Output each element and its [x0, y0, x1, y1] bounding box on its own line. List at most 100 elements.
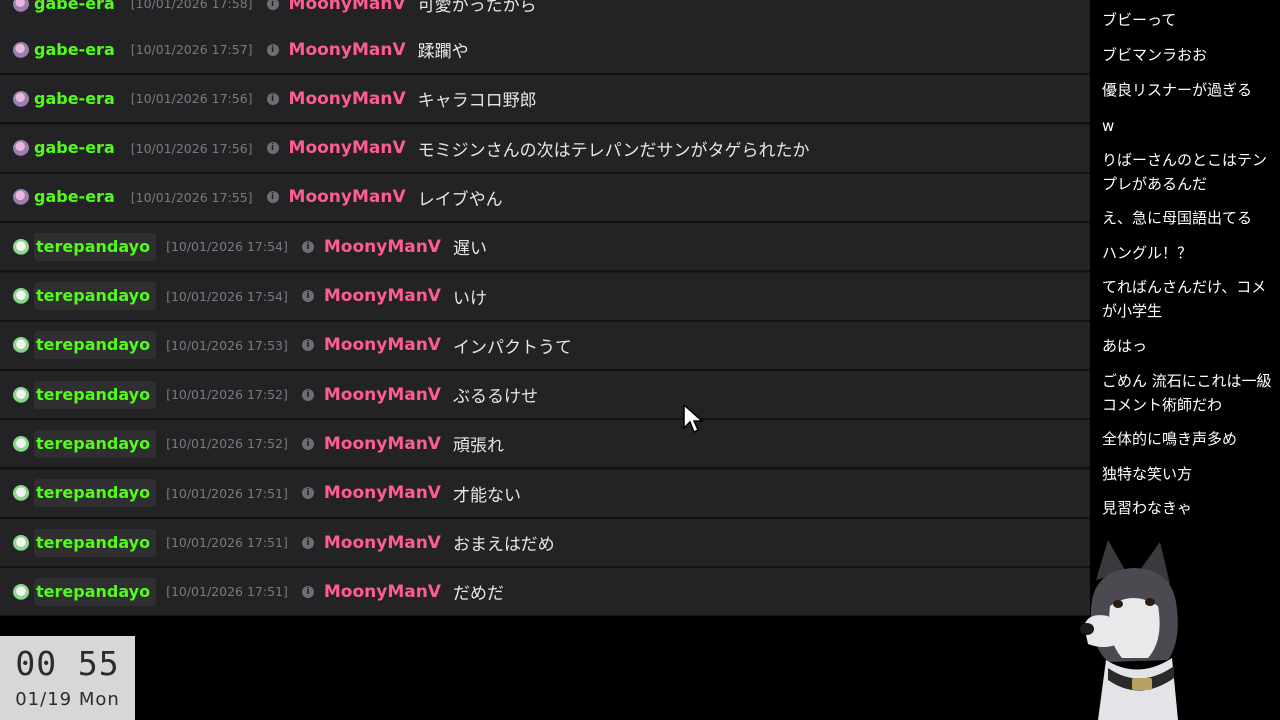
- chat-username[interactable]: terepandayo: [34, 429, 157, 458]
- chat-message: 蹂躙や: [417, 42, 469, 62]
- chat-target-user[interactable]: MoonyManV: [289, 138, 406, 158]
- chat-row: terepandayo [10/01/2026 17:51] i MoonyManV 才…: [0, 469, 1090, 519]
- info-icon[interactable]: i: [301, 240, 314, 253]
- chat-username[interactable]: terepandayo: [34, 577, 157, 606]
- chat-row: gabe-era [10/01/2026 17:56] i MoonyManV モミジン…: [0, 124, 1090, 174]
- overlay-comment: ブビーって: [1102, 11, 1177, 29]
- chat-username[interactable]: terepandayo: [34, 282, 157, 310]
- chat-message: ぶるるけせ: [452, 387, 538, 408]
- chat-timestamp: [10/01/2026 17:55]: [130, 189, 253, 205]
- terepandayo-avatar: [13, 435, 29, 452]
- chat-username[interactable]: terepandayo: [34, 380, 157, 409]
- chat-target-user[interactable]: MoonyManV: [324, 286, 441, 306]
- chat-target-user[interactable]: MoonyManV: [324, 434, 441, 454]
- chat-username[interactable]: gabe-era: [34, 37, 121, 63]
- chat-message: だめだ: [452, 584, 504, 605]
- chat-row: gabe-era [10/01/2026 17:57] i MoonyManV 蹂躙や: [0, 26, 1090, 75]
- info-icon[interactable]: i: [301, 585, 314, 598]
- chat-timestamp: [10/01/2026 17:56]: [130, 140, 253, 156]
- chat-timestamp: [10/01/2026 17:52]: [166, 436, 288, 452]
- info-icon[interactable]: i: [301, 536, 314, 549]
- info-icon[interactable]: i: [301, 290, 314, 302]
- overlay-comment: 全体的に鳴き声多め: [1102, 430, 1238, 448]
- chat-username[interactable]: gabe-era: [34, 0, 121, 17]
- terepandayo-avatar: [13, 337, 29, 354]
- info-icon[interactable]: i: [266, 191, 279, 204]
- chat-message: キャラコロ野郎: [417, 91, 537, 112]
- chat-username[interactable]: gabe-era: [34, 135, 121, 161]
- overlay-comment: ブビマンラおお: [1102, 46, 1208, 64]
- chat-username[interactable]: terepandayo: [34, 479, 157, 508]
- chat-message: 可愛かったから: [417, 0, 537, 16]
- chat-row: terepandayo [10/01/2026 17:51] i MoonyManV お…: [0, 519, 1090, 568]
- terepandayo-avatar: [13, 238, 29, 255]
- overlay-comment: え、急に母国語出てる: [1102, 209, 1253, 227]
- chat-target-user[interactable]: MoonyManV: [289, 89, 406, 109]
- terepandayo-avatar: [13, 485, 29, 502]
- overlay-comment: あはっ: [1102, 337, 1148, 355]
- overlay-comment: ハングル！？: [1102, 244, 1193, 262]
- info-icon[interactable]: i: [266, 43, 279, 56]
- chat-target-user[interactable]: MoonyManV: [324, 237, 441, 257]
- clock-date: 01/19 Mon: [15, 689, 120, 710]
- chat-row-partial: gabe-era [10/01/2026 17:58] i MoonyManV …: [0, 0, 1090, 29]
- chat-username[interactable]: gabe-era: [34, 86, 121, 112]
- chat-row: terepandayo [10/01/2026 17:54] i MoonyManV 遅…: [0, 223, 1090, 273]
- overlay-comment: プレがあるんだ: [1102, 175, 1208, 193]
- gabe-era-avatar: [13, 41, 29, 58]
- info-icon[interactable]: i: [266, 0, 279, 10]
- chat-row: gabe-era [10/01/2026 17:56] i MoonyManV キャラコ…: [0, 75, 1090, 125]
- chat-message: 才能ない: [452, 485, 521, 506]
- chat-target-user[interactable]: MoonyManV: [289, 187, 406, 207]
- chat-timestamp: [10/01/2026 17:53]: [166, 337, 288, 353]
- gabe-era-avatar: [13, 140, 29, 157]
- chat-row: terepandayo [10/01/2026 17:52] i MoonyManV ぶ…: [0, 371, 1090, 421]
- info-icon[interactable]: i: [266, 142, 279, 155]
- chat-timestamp: [10/01/2026 17:51]: [166, 535, 288, 550]
- chat-target-user[interactable]: MoonyManV: [324, 533, 441, 553]
- gabe-era-avatar: [13, 0, 29, 12]
- info-icon[interactable]: i: [301, 388, 314, 401]
- chat-row: terepandayo [10/01/2026 17:53] i MoonyManV イ…: [0, 321, 1090, 371]
- clock-time: 00 55: [15, 644, 120, 683]
- chat-target-user[interactable]: MoonyManV: [324, 582, 441, 602]
- chat-username[interactable]: terepandayo: [34, 232, 157, 261]
- chat-target-user[interactable]: MoonyManV: [324, 335, 441, 355]
- chat-log-panel: gabe-era [10/01/2026 17:58] i MoonyManV …: [0, 0, 1090, 616]
- terepandayo-avatar: [13, 534, 29, 551]
- overlay-comment: てればんさんだけ、コメ: [1102, 278, 1267, 296]
- info-icon[interactable]: i: [301, 339, 314, 352]
- terepandayo-avatar: [13, 288, 29, 304]
- chat-username[interactable]: gabe-era: [34, 184, 121, 210]
- overlay-comment: コメント術師だわ: [1102, 396, 1223, 414]
- overlay-comment: りばーさんのとこはテン: [1102, 151, 1268, 169]
- info-icon[interactable]: i: [266, 92, 279, 105]
- info-icon[interactable]: i: [301, 487, 314, 500]
- chat-target-user[interactable]: MoonyManV: [289, 40, 406, 60]
- terepandayo-avatar: [13, 583, 29, 600]
- chat-row: terepandayo [10/01/2026 17:52] i MoonyManV 頑…: [0, 420, 1090, 470]
- husky-dog-image: [1080, 540, 1178, 720]
- chat-message: インパクトうて: [452, 337, 572, 358]
- chat-target-user[interactable]: MoonyManV: [289, 0, 406, 14]
- chat-target-user[interactable]: MoonyManV: [324, 385, 441, 405]
- chat-message: 頑張れ: [452, 436, 504, 457]
- info-icon[interactable]: i: [301, 437, 314, 450]
- overlay-comment: w: [1102, 117, 1115, 135]
- chat-message: モミジンさんの次はテレパンだサンがタゲられたか: [417, 140, 810, 161]
- chat-timestamp: [10/01/2026 17:56]: [130, 91, 253, 107]
- chat-target-user[interactable]: MoonyManV: [324, 483, 441, 503]
- chat-message: いけ: [452, 288, 487, 309]
- chat-message: おまえはだめ: [452, 535, 555, 555]
- clock-widget: 00 55 01/19 Mon: [0, 636, 135, 720]
- overlay-comment: が小学生: [1102, 302, 1163, 320]
- chat-username[interactable]: terepandayo: [34, 331, 157, 360]
- chat-timestamp: [10/01/2026 17:52]: [166, 387, 288, 403]
- chat-username[interactable]: terepandayo: [34, 528, 157, 557]
- gabe-era-avatar: [13, 189, 29, 206]
- chat-message: 遅い: [452, 239, 487, 260]
- chat-timestamp: [10/01/2026 17:58]: [130, 0, 253, 11]
- overlay-comment: ごめん 流石にこれは一級: [1102, 372, 1272, 390]
- chat-timestamp: [10/01/2026 17:54]: [166, 239, 288, 255]
- overlay-comment: 優良リスナーが過ぎる: [1102, 81, 1253, 99]
